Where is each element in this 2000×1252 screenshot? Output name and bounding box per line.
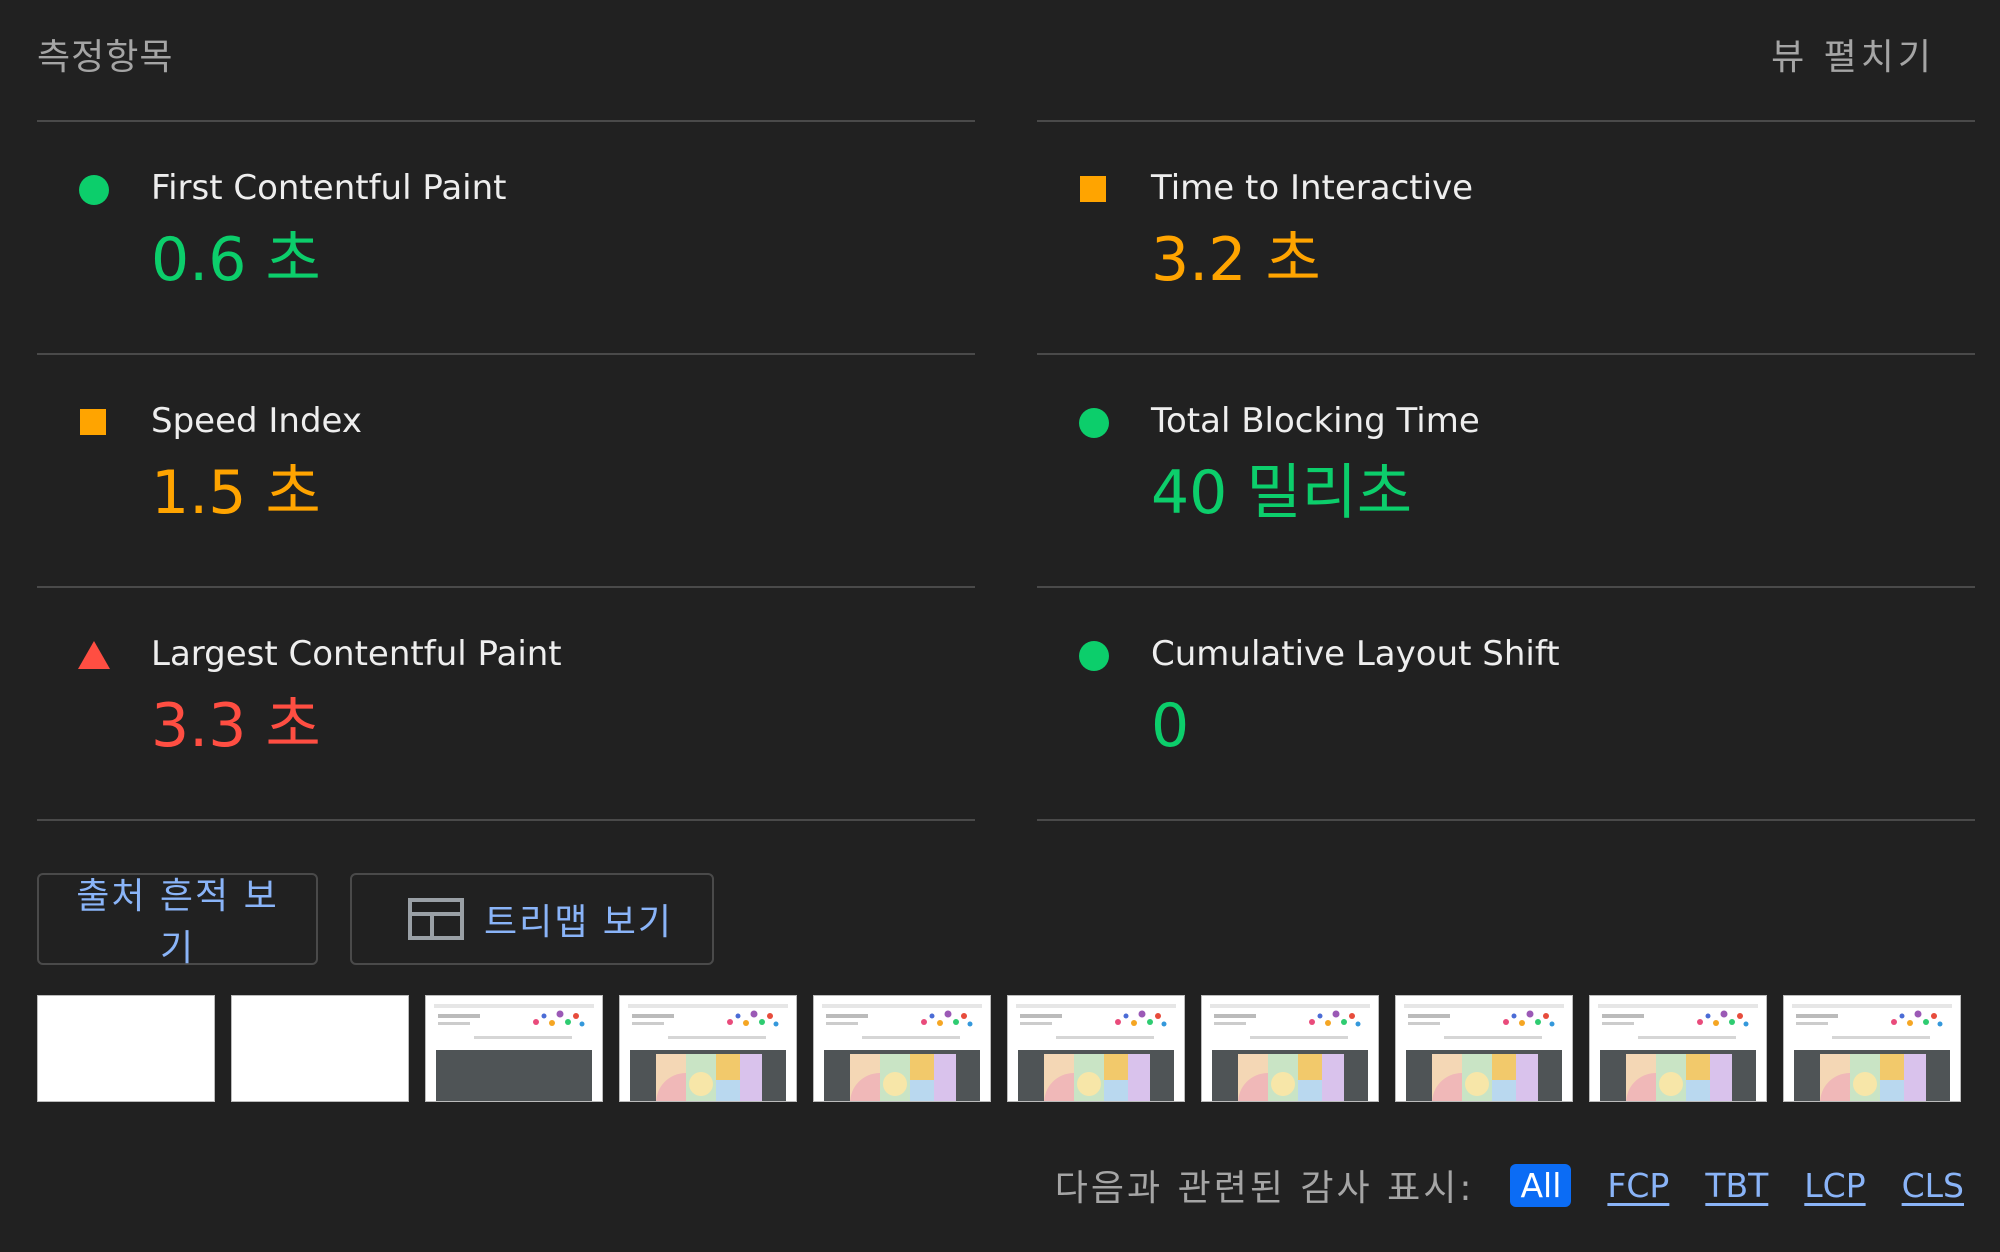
audit-filter: 다음과 관련된 감사 표시: All FCP TBT LCP CLS <box>1055 1160 1964 1210</box>
filmstrip-frame <box>37 995 215 1102</box>
filmstrip-frame <box>1589 995 1767 1102</box>
metric-label: Cumulative Layout Shift <box>1151 634 1560 674</box>
pass-circle-icon <box>1079 641 1109 671</box>
section-title: 측정항목 <box>37 37 174 78</box>
metric-value: 0.6 초 <box>151 225 321 295</box>
treemap-button-label: 트리맵 보기 <box>484 902 674 943</box>
view-treemap-button[interactable]: 트리맵 보기 <box>350 873 714 965</box>
metric-value: 1.5 초 <box>151 458 321 528</box>
treemap-icon <box>408 898 464 940</box>
metric-largest-contentful-paint: Largest Contentful Paint 3.3 초 <box>37 586 975 821</box>
metrics-grid: First Contentful Paint 0.6 초 Time to Int… <box>37 120 1975 821</box>
filmstrip-frame <box>619 995 797 1102</box>
filmstrip-frame <box>1395 995 1573 1102</box>
filmstrip-frame <box>425 995 603 1102</box>
filter-chip-cls[interactable]: CLS <box>1902 1166 1964 1205</box>
metric-total-blocking-time: Total Blocking Time 40 밀리초 <box>1037 353 1975 586</box>
metric-value: 40 밀리초 <box>1151 458 1413 528</box>
filmstrip-frame <box>231 995 409 1102</box>
metrics-header: 측정항목 뷰 펼치기 <box>37 24 1963 84</box>
filmstrip <box>37 995 1961 1102</box>
metric-first-contentful-paint: First Contentful Paint 0.6 초 <box>37 120 975 353</box>
filmstrip-frame <box>1007 995 1185 1102</box>
fail-triangle-icon <box>78 641 110 669</box>
filmstrip-frame <box>1783 995 1961 1102</box>
average-square-icon <box>1080 176 1106 202</box>
average-square-icon <box>80 409 106 435</box>
filter-chip-lcp[interactable]: LCP <box>1804 1166 1865 1205</box>
metric-label: Speed Index <box>151 401 362 441</box>
filter-chip-all[interactable]: All <box>1510 1163 1572 1207</box>
metric-label: Time to Interactive <box>1151 168 1474 208</box>
metric-value: 3.3 초 <box>151 691 321 761</box>
filter-chip-tbt[interactable]: TBT <box>1705 1166 1768 1205</box>
metric-label: Total Blocking Time <box>1151 401 1480 441</box>
action-buttons: 출처 흔적 보기 트리맵 보기 <box>37 873 714 969</box>
filter-label: 다음과 관련된 감사 표시: <box>1054 1168 1475 1209</box>
expand-view-toggle[interactable]: 뷰 펼치기 <box>1771 28 1935 80</box>
metric-label: Largest Contentful Paint <box>151 634 562 674</box>
metric-value: 3.2 초 <box>1151 225 1321 295</box>
metric-label: First Contentful Paint <box>151 168 507 208</box>
pass-circle-icon <box>79 175 109 205</box>
pass-circle-icon <box>1079 408 1109 438</box>
view-trace-button[interactable]: 출처 흔적 보기 <box>37 873 318 969</box>
metric-time-to-interactive: Time to Interactive 3.2 초 <box>1037 120 1975 353</box>
filter-chip-fcp[interactable]: FCP <box>1607 1166 1669 1205</box>
filmstrip-frame <box>813 995 991 1102</box>
metric-speed-index: Speed Index 1.5 초 <box>37 353 975 586</box>
filmstrip-frame <box>1201 995 1379 1102</box>
metric-value: 0 <box>1151 691 1190 761</box>
metric-cumulative-layout-shift: Cumulative Layout Shift 0 <box>1037 586 1975 821</box>
